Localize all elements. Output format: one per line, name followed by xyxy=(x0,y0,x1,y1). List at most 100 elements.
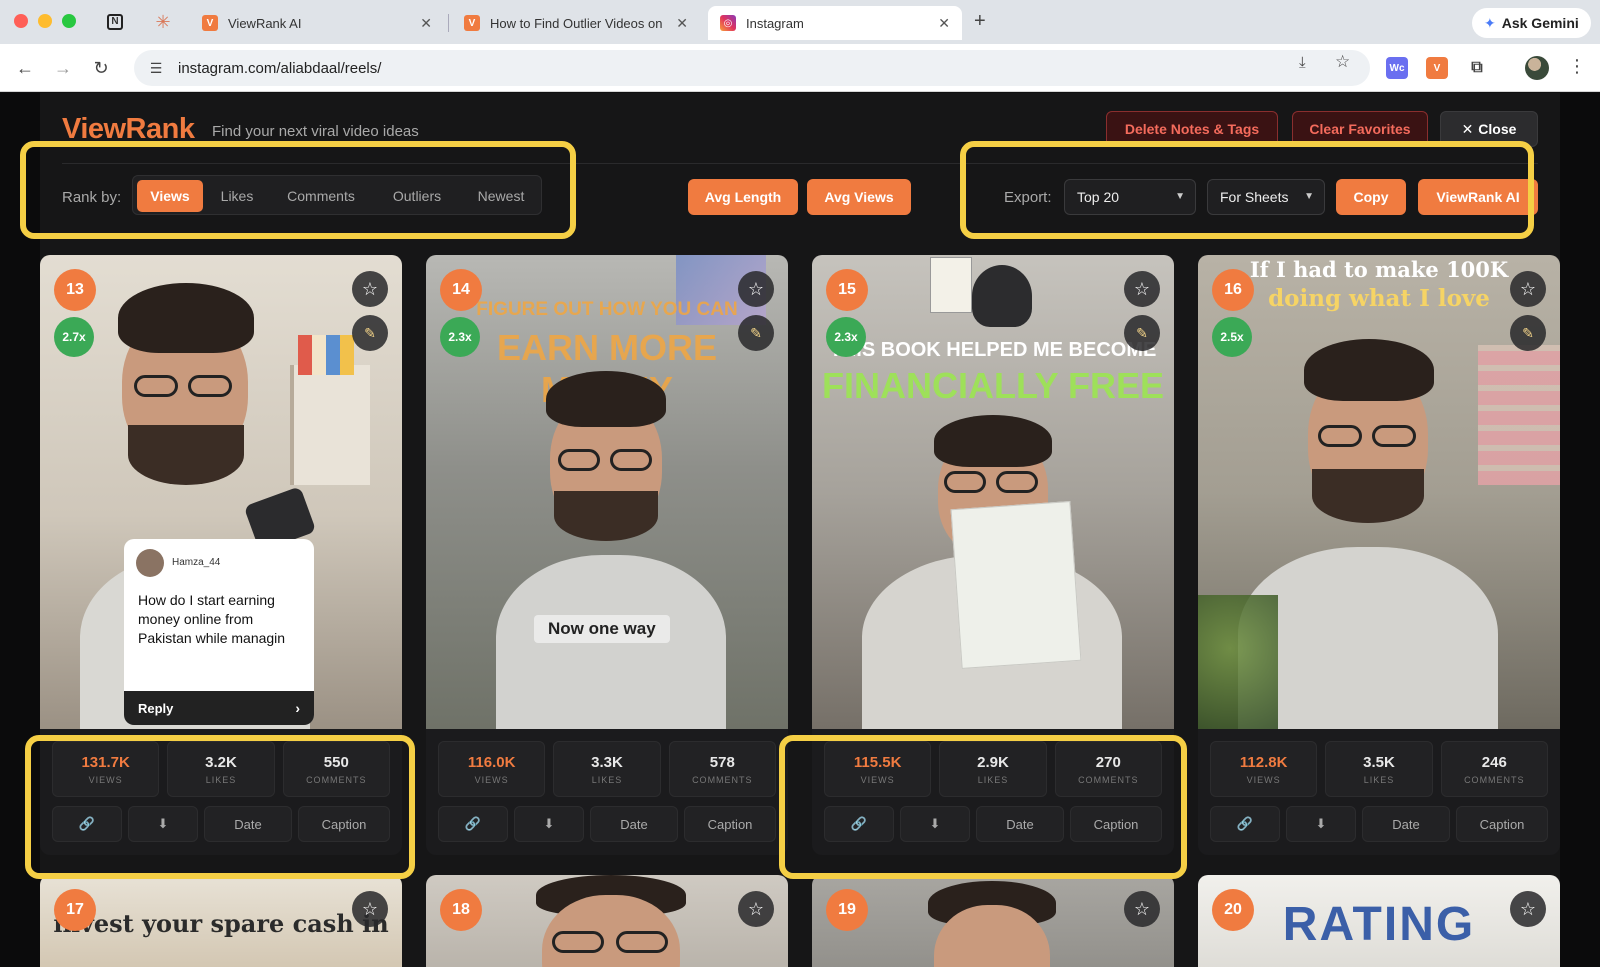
gemini-spark-icon: ✦ xyxy=(1484,14,1496,31)
viewrank-favicon-icon: V xyxy=(464,15,480,31)
claude-tab-icon[interactable]: ✳ xyxy=(152,11,174,33)
outlier-multiplier-badge: 2.3x xyxy=(440,317,480,357)
rank-badge: 19 xyxy=(826,889,868,931)
date-button[interactable]: Date xyxy=(1362,806,1450,842)
install-app-icon[interactable]: ⤓ xyxy=(1299,54,1306,71)
video-thumbnail[interactable]: If I had to make 100K doing what I love … xyxy=(1198,255,1560,729)
extension-wc-icon[interactable]: Wc xyxy=(1386,57,1408,79)
forward-arrow-icon[interactable]: → xyxy=(51,56,75,80)
glasses-decoration xyxy=(552,931,604,953)
tab-outlier-videos[interactable]: V How to Find Outlier Videos on ✕ xyxy=(452,6,700,40)
tab-separator xyxy=(448,14,449,32)
person-hair xyxy=(934,415,1052,467)
note-icon[interactable]: ✎ xyxy=(738,315,774,351)
new-tab-button[interactable]: + xyxy=(974,10,986,33)
notion-tab-icon[interactable]: N xyxy=(104,11,126,33)
video-caption: Now one way xyxy=(534,615,670,643)
note-icon[interactable]: ✎ xyxy=(352,315,388,351)
star-icon[interactable]: ☆ xyxy=(352,271,388,307)
star-icon[interactable]: ☆ xyxy=(1510,271,1546,307)
outlier-multiplier-badge: 2.7x xyxy=(54,317,94,357)
extensions-puzzle-icon[interactable]: ⧉ xyxy=(1466,57,1488,79)
glasses-decoration xyxy=(1372,425,1416,447)
ask-gemini-button[interactable]: ✦ Ask Gemini xyxy=(1472,8,1591,38)
profile-avatar[interactable] xyxy=(1525,56,1549,80)
star-icon[interactable]: ☆ xyxy=(1124,891,1160,927)
close-tab-icon[interactable]: ✕ xyxy=(420,15,432,32)
glasses-decoration xyxy=(558,449,600,471)
instagram-favicon-icon: ◎ xyxy=(720,15,736,31)
close-tab-icon[interactable]: ✕ xyxy=(938,15,950,32)
person-beard xyxy=(128,425,244,485)
reload-icon[interactable]: ↻ xyxy=(89,56,113,80)
rank-badge: 18 xyxy=(440,889,482,931)
video-card[interactable]: invest your spare cash in 17 ☆ xyxy=(40,875,402,967)
tab-instagram[interactable]: ◎ Instagram ✕ xyxy=(708,6,962,40)
viewrank-tagline: Find your next viral video ideas xyxy=(212,123,419,140)
person-hair xyxy=(1304,339,1434,401)
viewrank-favicon-icon: V xyxy=(202,15,218,31)
comments-stat: 246 COMMENTS xyxy=(1440,741,1548,797)
extension-viewrank-icon[interactable]: V xyxy=(1426,57,1448,79)
close-tab-icon[interactable]: ✕ xyxy=(676,15,688,32)
actions-row: 🔗 ⬇ Date Caption xyxy=(438,806,776,842)
video-card[interactable]: 18 ☆ xyxy=(426,875,788,967)
back-arrow-icon[interactable]: ← xyxy=(13,56,37,80)
address-bar[interactable]: ☰ instagram.com/aliabdaal/reels/ xyxy=(134,50,1370,86)
person-hair xyxy=(118,283,254,353)
video-card[interactable]: FIGURE OUT HOW YOU CAN EARN MORE MONEY N… xyxy=(426,255,788,855)
highlight-export-controls xyxy=(960,141,1534,239)
star-icon[interactable]: ☆ xyxy=(1510,891,1546,927)
caption-button[interactable]: Caption xyxy=(1456,806,1548,842)
glasses-decoration xyxy=(134,375,178,397)
close-icon: ✕ xyxy=(1461,120,1474,137)
video-thumbnail[interactable]: Hamza_44 How do I start earning money on… xyxy=(40,255,402,729)
bookmark-star-icon[interactable]: ☆ xyxy=(1335,52,1350,72)
download-icon[interactable]: ⬇ xyxy=(514,806,584,842)
video-card[interactable]: If I had to make 100K doing what I love … xyxy=(1198,255,1560,855)
browser-menu-icon[interactable]: ⋮ xyxy=(1568,56,1586,77)
video-thumbnail[interactable]: FIGURE OUT HOW YOU CAN EARN MORE MONEY N… xyxy=(426,255,788,729)
video-card[interactable]: 19 ☆ xyxy=(812,875,1174,967)
tab-viewrank-ai[interactable]: V ViewRank AI ✕ xyxy=(190,6,444,40)
star-icon[interactable]: ☆ xyxy=(352,891,388,927)
rank-badge: 17 xyxy=(54,889,96,931)
video-thumbnail[interactable]: THIS BOOK HELPED ME BECOME FINANCIALLY F… xyxy=(812,255,1174,729)
note-icon[interactable]: ✎ xyxy=(1124,315,1160,351)
avg-views-button[interactable]: Avg Views xyxy=(807,179,911,215)
commenter-avatar xyxy=(136,549,164,577)
star-icon[interactable]: ☆ xyxy=(738,271,774,307)
browser-tab-bar: N ✳ V ViewRank AI ✕ V How to Find Outlie… xyxy=(0,0,1600,44)
outlier-multiplier-badge: 2.3x xyxy=(826,317,866,357)
instagram-page: ViewRank Find your next viral video idea… xyxy=(0,93,1600,967)
window-minimize-button[interactable] xyxy=(38,14,52,28)
note-icon[interactable]: ✎ xyxy=(1510,315,1546,351)
date-button[interactable]: Date xyxy=(590,806,678,842)
rank-badge: 15 xyxy=(826,269,868,311)
views-stat: 116.0K VIEWS xyxy=(438,741,546,797)
site-settings-icon[interactable]: ☰ xyxy=(144,60,168,77)
likes-stat: 3.3K LIKES xyxy=(553,741,661,797)
sticky-notes-decoration xyxy=(1478,345,1560,485)
actions-row: 🔗 ⬇ Date Caption xyxy=(1210,806,1548,842)
window-zoom-button[interactable] xyxy=(62,14,76,28)
reply-bar: Reply › xyxy=(124,691,314,725)
plant-decoration xyxy=(1198,595,1278,729)
glasses-decoration xyxy=(944,471,986,493)
window-close-button[interactable] xyxy=(14,14,28,28)
stats-row: 116.0K VIEWS 3.3K LIKES 578 COMMENTS xyxy=(438,741,776,797)
avg-length-button[interactable]: Avg Length xyxy=(688,179,798,215)
person-beard xyxy=(1312,469,1424,523)
link-icon[interactable]: 🔗 xyxy=(438,806,508,842)
shelf-decoration xyxy=(290,365,370,485)
url-text[interactable]: instagram.com/aliabdaal/reels/ xyxy=(178,60,381,77)
download-icon[interactable]: ⬇ xyxy=(1286,806,1356,842)
glasses-decoration xyxy=(1318,425,1362,447)
caption-button[interactable]: Caption xyxy=(684,806,776,842)
browser-toolbar: ← → ↻ ☰ instagram.com/aliabdaal/reels/ ⤓… xyxy=(0,44,1600,92)
views-stat: 112.8K VIEWS xyxy=(1210,741,1318,797)
link-icon[interactable]: 🔗 xyxy=(1210,806,1280,842)
star-icon[interactable]: ☆ xyxy=(738,891,774,927)
star-icon[interactable]: ☆ xyxy=(1124,271,1160,307)
video-card[interactable]: RATING 20 ☆ xyxy=(1198,875,1560,967)
